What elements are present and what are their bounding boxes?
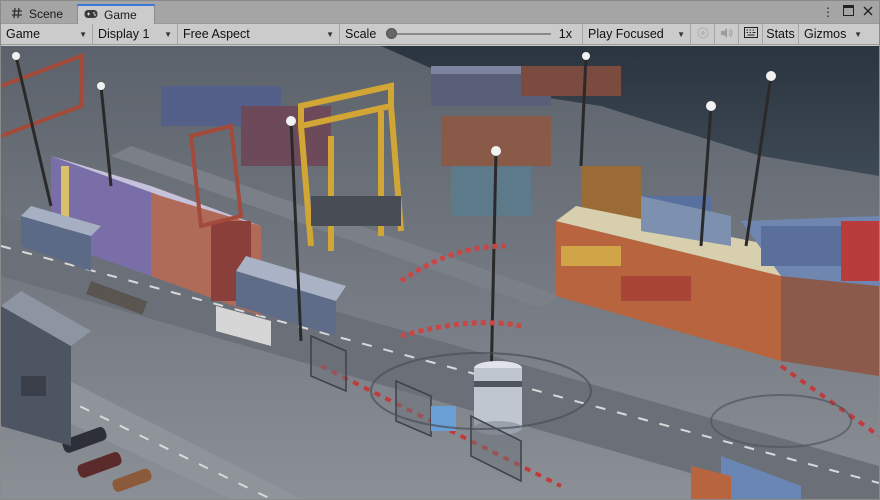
- aspect-dropdown[interactable]: Free Aspect ▼: [178, 24, 340, 44]
- aspect-label: Free Aspect: [183, 27, 250, 41]
- vr-icon: [696, 26, 709, 42]
- scale-control: Scale 1x: [340, 24, 583, 44]
- chevron-down-icon: ▼: [79, 29, 87, 39]
- tab-game[interactable]: Game: [77, 4, 155, 24]
- stats-label: Stats: [766, 27, 795, 41]
- tab-scene[interactable]: Scene: [5, 4, 77, 24]
- display-mode-label: Game: [6, 27, 41, 41]
- chevron-down-icon: ▼: [677, 29, 685, 39]
- play-mode-label: Play Focused: [588, 27, 664, 41]
- gizmos-dropdown[interactable]: Gizmos ▼: [799, 24, 867, 44]
- chevron-down-icon: ▼: [854, 29, 862, 39]
- tab-actions: ⋮: [822, 5, 873, 19]
- maximize-icon[interactable]: [843, 5, 854, 19]
- scale-slider-track: [386, 33, 551, 35]
- game-window: Scene Game ⋮ Game ▼ Display 1 ▼ Free Asp…: [0, 0, 880, 500]
- chevron-down-icon: ▼: [164, 29, 172, 39]
- gizmos-label: Gizmos: [804, 27, 847, 41]
- game-toolbar: Game ▼ Display 1 ▼ Free Aspect ▼ Scale 1…: [1, 24, 879, 45]
- tab-bar: Scene Game ⋮: [1, 1, 879, 24]
- close-icon[interactable]: [863, 5, 873, 19]
- play-mode-dropdown[interactable]: Play Focused ▼: [583, 24, 691, 44]
- tab-game-label: Game: [104, 8, 137, 22]
- scale-label: Scale: [345, 27, 377, 41]
- keyboard-icon: [743, 27, 758, 41]
- port-scene-render: [1, 46, 879, 499]
- game-viewport[interactable]: [1, 46, 879, 499]
- chevron-down-icon: ▼: [326, 29, 334, 39]
- shortcuts-button[interactable]: [739, 24, 763, 44]
- gamepad-icon: [84, 8, 98, 22]
- vr-toggle-button[interactable]: [691, 24, 715, 44]
- scale-slider[interactable]: [386, 27, 551, 41]
- display-mode-dropdown[interactable]: Game ▼: [1, 24, 93, 44]
- mute-audio-button[interactable]: [715, 24, 739, 44]
- display-dropdown[interactable]: Display 1 ▼: [93, 24, 178, 44]
- speaker-icon: [720, 27, 733, 42]
- display-label: Display 1: [98, 27, 150, 41]
- scale-value: 1x: [558, 27, 572, 41]
- stats-button[interactable]: Stats: [763, 24, 799, 44]
- hashtag-grid-icon: [11, 7, 23, 22]
- more-options-icon[interactable]: ⋮: [822, 5, 834, 19]
- scale-slider-thumb[interactable]: [386, 28, 398, 39]
- tab-scene-label: Scene: [29, 7, 64, 21]
